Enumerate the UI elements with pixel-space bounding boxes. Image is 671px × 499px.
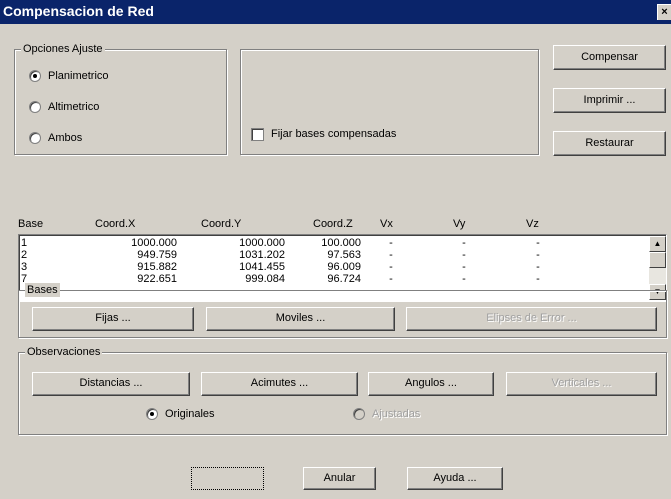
moviles-button[interactable]: Moviles ...	[206, 307, 395, 331]
radio-originales-indicator	[146, 408, 158, 420]
cell-coord-x: 949.759	[137, 249, 177, 261]
radio-altimetrico-label: Altimetrico	[48, 101, 100, 113]
imprimir-button[interactable]: Imprimir ...	[553, 88, 666, 113]
cell-coord-z: 96.009	[327, 261, 361, 273]
radio-planimetrico-indicator	[29, 70, 41, 82]
distancias-button[interactable]: Distancias ...	[32, 372, 190, 396]
table-row[interactable]: 2 949.759 1031.202 97.563 - - -	[19, 249, 639, 261]
radio-altimetrico-indicator	[29, 101, 41, 113]
anular-button[interactable]: Anular	[303, 467, 376, 490]
cell-vy: -	[462, 273, 466, 285]
header-vx: Vx	[380, 218, 393, 230]
cell-coord-y: 1041.455	[239, 261, 285, 273]
cell-coord-z: 96.724	[327, 273, 361, 285]
radio-originales-label: Originales	[165, 408, 215, 420]
cell-base: 2	[21, 249, 28, 261]
window-title: Compensacion de Red	[3, 3, 154, 19]
angulos-button[interactable]: Angulos ...	[368, 372, 494, 396]
radio-ajustadas-indicator	[353, 408, 365, 420]
verticales-button[interactable]: Verticales ...	[506, 372, 657, 396]
cell-vx: -	[389, 261, 393, 273]
cell-coord-x: 922.651	[137, 273, 177, 285]
title-bar: Compensacion de Red ×	[0, 0, 671, 24]
cell-vz: -	[536, 273, 540, 285]
cell-vz: -	[536, 249, 540, 261]
scroll-up-button[interactable]: ▲	[649, 236, 666, 252]
header-coord-y: Coord.Y	[201, 218, 242, 230]
header-coord-x: Coord.X	[95, 218, 136, 230]
acimutes-button[interactable]: Acimutes ...	[201, 372, 358, 396]
blank-button[interactable]	[191, 467, 264, 490]
cell-coord-z: 97.563	[327, 249, 361, 261]
fijas-button[interactable]: Fijas ...	[32, 307, 194, 331]
header-vz: Vz	[526, 218, 539, 230]
table-row[interactable]: 1 1000.000 1000.000 100.000 - - -	[19, 237, 639, 249]
cell-vx: -	[389, 273, 393, 285]
cell-vy: -	[462, 249, 466, 261]
table-row[interactable]: 3 915.882 1041.455 96.009 - - -	[19, 261, 639, 273]
header-vy: Vy	[453, 218, 466, 230]
scroll-thumb[interactable]	[649, 252, 666, 268]
ayuda-button[interactable]: Ayuda ...	[407, 467, 503, 490]
radio-ambos-indicator	[29, 132, 41, 144]
compensar-button[interactable]: Compensar	[553, 45, 666, 70]
cell-coord-y: 1000.000	[239, 237, 285, 249]
cell-vz: -	[536, 237, 540, 249]
fijar-bases-label: Fijar bases compensadas	[271, 128, 397, 140]
close-icon: ×	[661, 6, 668, 18]
cell-coord-z: 100.000	[321, 237, 361, 249]
header-coord-z: Coord.Z	[313, 218, 353, 230]
cell-vy: -	[462, 261, 466, 273]
radio-ambos-label: Ambos	[48, 132, 83, 144]
elipses-button[interactable]: Elipses de Error ...	[406, 307, 657, 331]
arrow-up-icon: ▲	[653, 239, 662, 248]
radio-ajustadas-label: Ajustadas	[372, 408, 421, 420]
cell-coord-x: 915.882	[137, 261, 177, 273]
cell-vx: -	[389, 249, 393, 261]
cell-vy: -	[462, 237, 466, 249]
radio-planimetrico-label: Planimetrico	[48, 70, 109, 82]
cell-vx: -	[389, 237, 393, 249]
opciones-ajuste-group: Opciones Ajuste	[14, 42, 227, 155]
cell-vz: -	[536, 261, 540, 273]
cell-coord-y: 999.084	[245, 273, 285, 285]
cell-coord-x: 1000.000	[131, 237, 177, 249]
close-button[interactable]: ×	[657, 4, 671, 20]
cell-base: 1	[21, 237, 28, 249]
table-row[interactable]: 7 922.651 999.084 96.724 - - -	[19, 273, 639, 285]
header-base: Base	[18, 218, 44, 230]
opciones-ajuste-title: Opciones Ajuste	[21, 42, 105, 56]
cell-base: 3	[21, 261, 28, 273]
cell-coord-y: 1031.202	[239, 249, 285, 261]
observaciones-title: Observaciones	[25, 345, 103, 359]
bases-title: Bases	[25, 283, 60, 297]
restaurar-button[interactable]: Restaurar	[553, 131, 666, 156]
compensacion-dialog: Compensacion de Red × Opciones Ajuste Pl…	[0, 0, 671, 499]
fijar-bases-checkbox-box	[251, 128, 264, 141]
